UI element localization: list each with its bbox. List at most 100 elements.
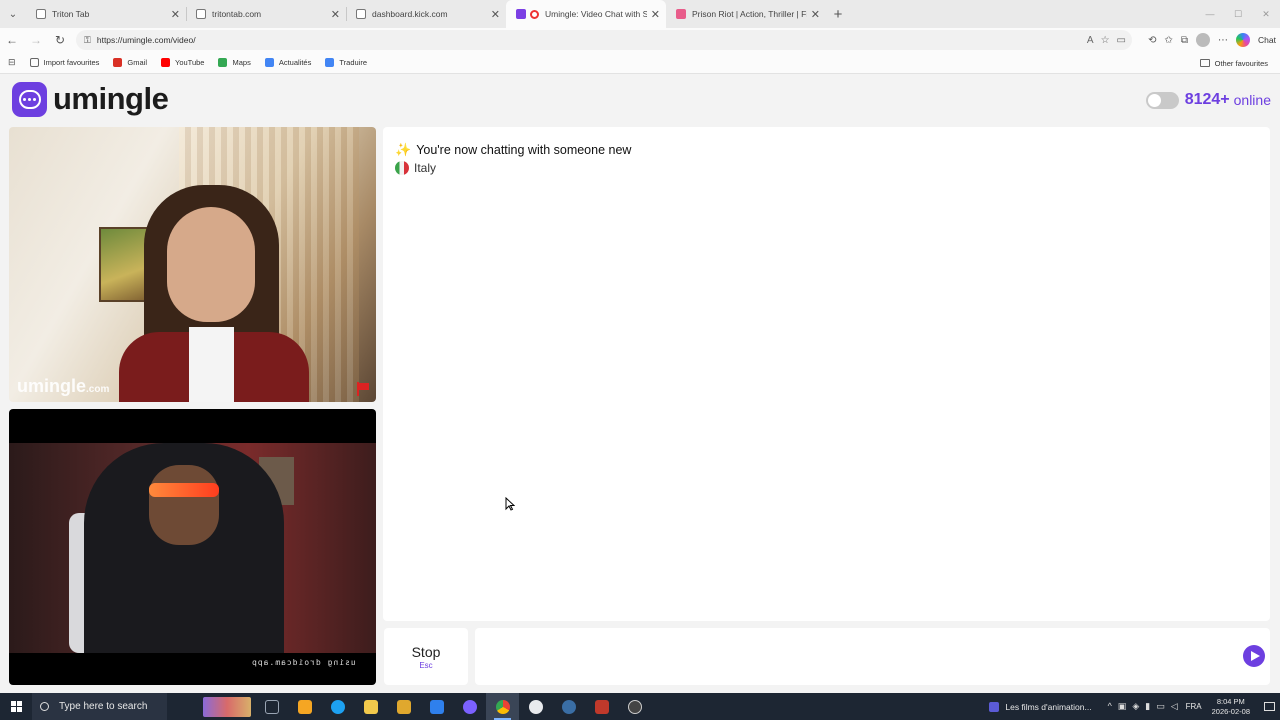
gmail-icon: [113, 58, 123, 67]
show-hidden-icons-icon[interactable]: ^: [1108, 701, 1112, 712]
steam-icon[interactable]: [552, 693, 585, 720]
system-clock[interactable]: 8:04 PM 2026-02-08: [1212, 697, 1250, 717]
copilot-icon[interactable]: [1236, 33, 1251, 47]
tray-app-icon[interactable]: ▣: [1118, 701, 1127, 712]
microphone-icon[interactable]: ▮: [1145, 701, 1150, 712]
obs-icon[interactable]: [519, 693, 552, 720]
tray-app-icon[interactable]: ◈: [1132, 701, 1139, 712]
youtube-icon: [161, 58, 170, 67]
notifications-icon[interactable]: [1258, 693, 1280, 720]
tab-triton-tab[interactable]: Triton Tab ✕: [26, 0, 186, 28]
maps-icon: [218, 58, 228, 67]
umingle-logo[interactable]: umingle: [12, 81, 169, 117]
media-icon: [989, 701, 1000, 712]
forward-icon[interactable]: →: [24, 28, 48, 52]
task-view-icon[interactable]: [255, 693, 288, 720]
partner-country-line: Italy: [395, 161, 436, 175]
url-field[interactable]: ⚿ https://umingle.com/video/ A ☆ ▭: [76, 30, 1132, 50]
bookmark-import[interactable]: Import favourites: [29, 58, 99, 67]
tab-tritontab[interactable]: tritontab.com ✕: [186, 0, 346, 28]
logo-text: umingle: [53, 81, 169, 116]
stop-button[interactable]: Stop Esc: [384, 628, 468, 685]
extensions-icon[interactable]: ⟲: [1148, 35, 1156, 46]
favorite-star-icon[interactable]: ☆: [1101, 35, 1110, 46]
taskbar-media-item[interactable]: Les films d'animation...: [989, 701, 1092, 712]
app-icon[interactable]: [453, 693, 486, 720]
sparkle-icon: ✨: [395, 142, 412, 157]
message-input[interactable]: [475, 628, 1270, 685]
umingle-watermark: umingle.com: [17, 376, 110, 396]
bookmark-traduire[interactable]: Traduire: [325, 58, 367, 67]
bookmark-label: Traduire: [339, 58, 368, 67]
input-language[interactable]: FRA: [1186, 702, 1202, 711]
doc-icon: [196, 9, 206, 19]
remote-video: umingle.com: [9, 127, 376, 402]
close-tab-icon[interactable]: ✕: [491, 8, 500, 21]
edge-icon[interactable]: [321, 693, 354, 720]
taskbar-search-box[interactable]: Type here to search: [32, 693, 167, 720]
person-face: [167, 207, 255, 322]
favorites-icon[interactable]: ✩: [1165, 35, 1173, 46]
doc-icon: [356, 9, 366, 19]
profile-avatar[interactable]: [1196, 33, 1211, 47]
bookmark-label: Gmail: [127, 58, 147, 67]
url-text: https://umingle.com/video/: [96, 35, 196, 45]
bookmark-maps[interactable]: Maps: [218, 58, 251, 67]
video-icon: [676, 9, 686, 19]
tab-title: dashboard.kick.com: [372, 9, 448, 19]
close-tab-icon[interactable]: ✕: [171, 8, 180, 21]
new-tab-button[interactable]: +: [826, 0, 850, 28]
file-explorer-icon[interactable]: [354, 693, 387, 720]
store-icon[interactable]: [387, 693, 420, 720]
close-window-icon[interactable]: ✕: [1252, 0, 1280, 28]
close-tab-icon[interactable]: ✕: [651, 8, 660, 21]
report-flag-icon[interactable]: [356, 382, 370, 396]
taskbar-search-placeholder: Type here to search: [59, 701, 148, 712]
more-menu-icon[interactable]: ⋯: [1218, 35, 1228, 46]
send-button[interactable]: [1243, 645, 1265, 667]
person-face: [149, 465, 219, 545]
app-icon[interactable]: [420, 693, 453, 720]
bookmark-gmail[interactable]: Gmail: [113, 58, 147, 67]
chat-status-message: You're now chatting with someone new: [416, 143, 632, 157]
taskbar-media-text: Les films d'animation...: [1005, 701, 1092, 712]
bookmarks-menu-icon[interactable]: ⊟: [8, 57, 16, 68]
back-icon[interactable]: ←: [0, 28, 24, 52]
window-controls: — ☐ ✕: [1196, 0, 1280, 28]
person-collar: [189, 327, 234, 402]
tab-actions-menu-icon[interactable]: ⌄: [0, 0, 26, 28]
app-icon[interactable]: [585, 693, 618, 720]
site-info-icon[interactable]: ⚿: [84, 35, 91, 46]
minimize-icon[interactable]: —: [1196, 0, 1224, 28]
bookmark-actualites[interactable]: Actualités: [264, 58, 311, 67]
theme-toggle[interactable]: [1145, 91, 1179, 109]
recording-icon: [530, 9, 539, 19]
app-icon[interactable]: [288, 693, 321, 720]
refresh-icon[interactable]: ↻: [48, 28, 72, 52]
tab-title: Prison Riot | Action, Thriller | Film...: [692, 9, 807, 19]
copilot-chat-button[interactable]: Chat: [1258, 35, 1276, 45]
read-aloud-icon[interactable]: A: [1087, 35, 1094, 46]
start-button[interactable]: [0, 693, 32, 720]
bookmark-youtube[interactable]: YouTube: [161, 58, 204, 67]
close-tab-icon[interactable]: ✕: [811, 8, 820, 21]
taskbar-apps: [255, 693, 651, 720]
tab-umingle[interactable]: Umingle: Video Chat with Str... ✕: [506, 0, 666, 28]
chrome-icon[interactable]: [486, 693, 519, 720]
network-icon[interactable]: ▭: [1156, 701, 1165, 712]
close-tab-icon[interactable]: ✕: [331, 8, 340, 21]
partner-country: Italy: [414, 161, 437, 175]
collections-icon[interactable]: ⧉: [1181, 35, 1188, 46]
maximize-icon[interactable]: ☐: [1224, 0, 1252, 28]
app-icon[interactable]: [618, 693, 651, 720]
chat-panel: ✨ You're now chatting with someone new I…: [383, 127, 1270, 621]
tab-kick-dashboard[interactable]: dashboard.kick.com ✕: [346, 0, 506, 28]
tab-prison-riot[interactable]: Prison Riot | Action, Thriller | Film...…: [666, 0, 826, 28]
other-favourites-folder[interactable]: Other favourites: [1199, 52, 1268, 74]
clock-time: 8:04 PM: [1216, 696, 1245, 706]
translate-icon: [325, 58, 335, 67]
browser-tab-strip: ⌄ Triton Tab ✕ tritontab.com ✕ dashboard…: [0, 0, 1280, 28]
screen-capture-icon[interactable]: ▭: [1117, 35, 1126, 46]
weather-widget[interactable]: [203, 696, 251, 717]
volume-icon[interactable]: ◁: [1171, 701, 1178, 712]
